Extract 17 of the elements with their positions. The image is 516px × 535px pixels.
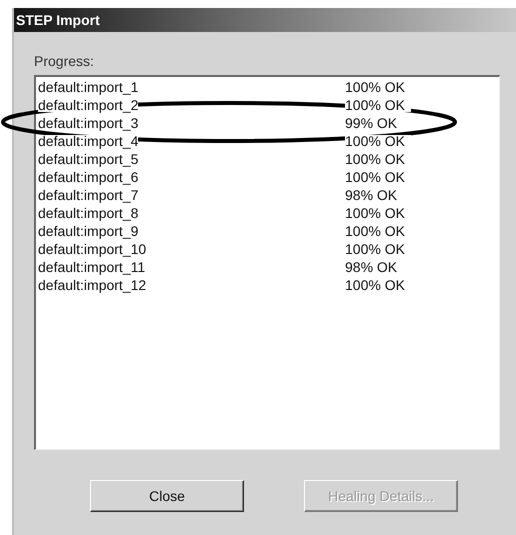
- import-name: default:import_4: [38, 134, 138, 148]
- import-name: default:import_12: [38, 278, 146, 292]
- import-name: default:import_10: [38, 242, 146, 256]
- import-name: default:import_5: [38, 152, 138, 166]
- import-status: 100% OK: [345, 134, 411, 148]
- import-name: default:import_11: [38, 260, 146, 274]
- import-name: default:import_9: [38, 224, 138, 238]
- import-name: default:import_1: [38, 80, 138, 94]
- import-name: default:import_3: [38, 116, 138, 130]
- progress-label: Progress:: [34, 53, 95, 69]
- close-button[interactable]: Close: [90, 480, 244, 512]
- window-title: STEP Import: [16, 12, 100, 28]
- import-name: default:import_2: [38, 98, 138, 112]
- import-name: default:import_7: [38, 188, 138, 202]
- import-name: default:import_6: [38, 170, 138, 184]
- import-status: 100% OK: [345, 98, 411, 112]
- import-name: default:import_8: [38, 206, 138, 220]
